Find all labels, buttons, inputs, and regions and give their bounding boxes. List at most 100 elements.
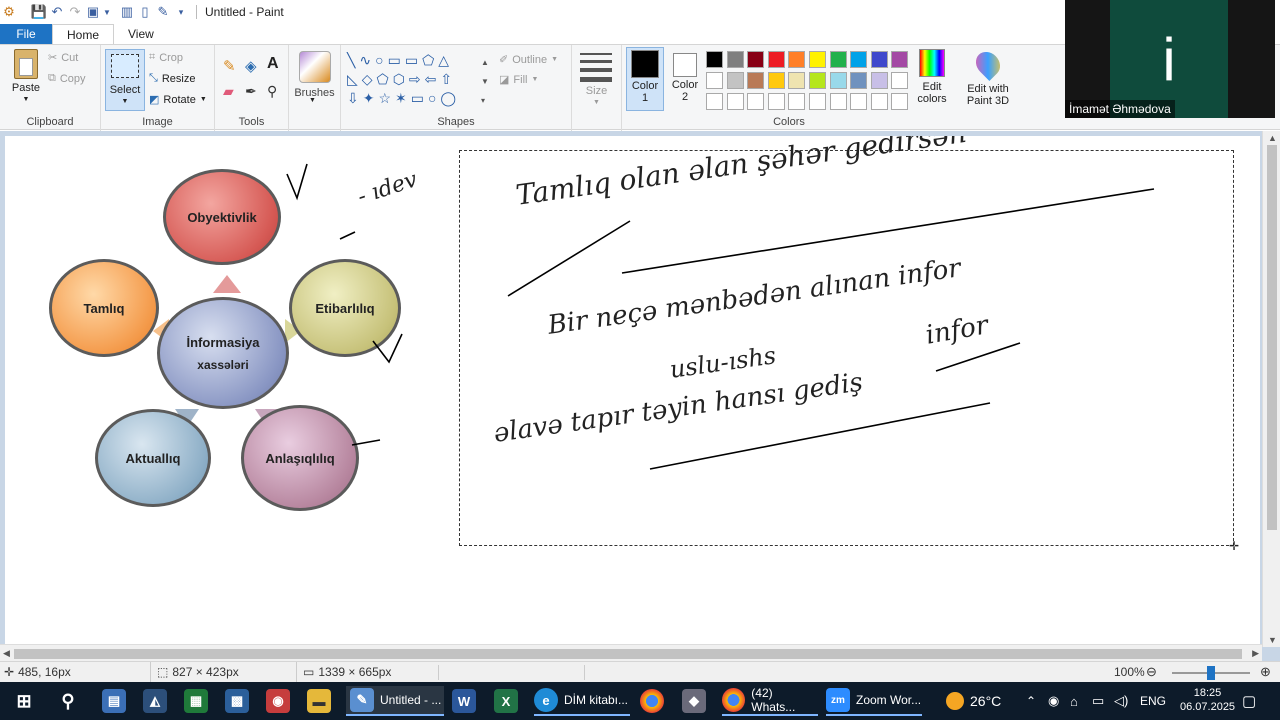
shapes-scroll-icon[interactable]: ▲ ▼ ▾ xyxy=(481,53,489,110)
color-swatch[interactable] xyxy=(809,51,826,68)
color-swatch[interactable] xyxy=(747,72,765,89)
eraser-icon[interactable]: ▰ xyxy=(223,83,234,100)
taskbar-app-chrome[interactable] xyxy=(640,686,664,716)
notifications-icon[interactable]: ▢ xyxy=(1242,686,1256,716)
tab-home[interactable]: Home xyxy=(52,24,115,44)
color-swatch[interactable] xyxy=(850,51,868,68)
camera-tray-icon[interactable]: ◉ xyxy=(1048,686,1059,716)
color-swatch[interactable] xyxy=(809,72,826,89)
scroll-down-icon[interactable]: ▼ xyxy=(1268,635,1277,645)
volume-icon[interactable]: ◁) xyxy=(1114,686,1128,716)
color2-button[interactable]: Color 2 xyxy=(666,47,704,111)
taskbar-app-calculator[interactable]: ▩ xyxy=(225,686,249,716)
color-swatch[interactable] xyxy=(706,51,723,68)
color-swatch[interactable] xyxy=(891,72,909,89)
magnifier-icon[interactable]: ⚲ xyxy=(267,83,277,100)
color-swatch[interactable] xyxy=(870,72,888,89)
taskbar-app-media[interactable]: ◉ xyxy=(266,686,290,716)
taskbar-app-excel[interactable]: X xyxy=(494,686,518,716)
color-swatch[interactable] xyxy=(829,93,847,110)
taskbar-app-paint[interactable]: ✎ Untitled - ... xyxy=(346,686,444,716)
color-swatch[interactable] xyxy=(767,93,785,110)
tab-view[interactable]: View xyxy=(114,24,168,44)
color-swatch[interactable] xyxy=(870,93,888,110)
color-swatch[interactable] xyxy=(706,93,723,110)
show-hidden-icons-icon[interactable]: ⌃ xyxy=(1026,686,1036,716)
color-swatch[interactable] xyxy=(726,72,744,89)
color-swatch[interactable] xyxy=(829,72,847,89)
zoom-slider[interactable] xyxy=(1172,666,1250,680)
customize-quick-access-icon[interactable]: ▾ xyxy=(172,3,190,21)
scroll-left-icon[interactable]: ◀ xyxy=(3,648,10,659)
save-icon[interactable]: 💾 xyxy=(30,3,48,21)
color-swatch[interactable] xyxy=(891,93,909,110)
color-swatch[interactable] xyxy=(726,93,744,110)
size-group[interactable]: Size ▼ xyxy=(572,45,622,131)
taskbar-app-image[interactable]: ◭ xyxy=(143,686,167,716)
color-picker-icon[interactable]: ✒ xyxy=(245,83,257,100)
color-swatch[interactable] xyxy=(788,51,806,68)
network-icon[interactable]: ▭ xyxy=(1092,686,1104,716)
crop-button[interactable]: ⌗ Crop xyxy=(149,51,183,64)
tab-file[interactable]: File xyxy=(0,24,52,44)
dropdown-chevron-icon[interactable]: ▼ xyxy=(102,3,112,21)
color-swatch[interactable] xyxy=(706,72,723,89)
edit-with-paint3d-button[interactable]: Edit with Paint 3D xyxy=(960,47,1016,107)
weather-widget[interactable]: 26°C xyxy=(946,686,1001,716)
zoom-slider-thumb[interactable] xyxy=(1207,666,1215,680)
clock[interactable]: 18:25 06.07.2025 xyxy=(1180,686,1235,716)
resize-handle-icon[interactable]: ✛ xyxy=(1229,539,1239,553)
color-swatch[interactable] xyxy=(788,72,806,89)
color-swatch[interactable] xyxy=(809,93,826,110)
rotate-button[interactable]: ◩ Rotate ▼ xyxy=(149,93,207,107)
redo-icon[interactable]: ↷ xyxy=(66,3,84,21)
new-page-icon[interactable]: ▯ xyxy=(136,3,154,21)
scroll-right-icon[interactable]: ▶ xyxy=(1252,648,1259,659)
color1-button[interactable]: Color 1 xyxy=(626,47,664,111)
drawing-canvas[interactable]: Obyektivlik Tamlıq Etibarlılıq İnformasi… xyxy=(5,136,1260,644)
text-icon[interactable]: A xyxy=(267,55,279,73)
color-swatch[interactable] xyxy=(850,93,868,110)
cut-button[interactable]: ✂ Cut xyxy=(48,51,78,65)
fill-bucket-icon[interactable]: ◈ xyxy=(245,57,257,75)
color-swatch[interactable] xyxy=(767,72,785,89)
tray-app-icon[interactable]: ⌂ xyxy=(1070,686,1078,716)
taskbar-app-explorer[interactable]: ▬ xyxy=(307,686,331,716)
fill-icon[interactable]: ▥ xyxy=(118,3,136,21)
color-swatch[interactable] xyxy=(891,51,909,68)
vertical-scrollbar[interactable]: ▲ ▼ xyxy=(1262,131,1280,647)
start-button[interactable]: ⊞ xyxy=(12,686,36,716)
taskbar-app-edge[interactable]: e DİM kitabı... xyxy=(534,686,630,716)
taskbar-app-word[interactable]: W xyxy=(452,686,476,716)
brushes-group[interactable]: Brushes ▼ xyxy=(289,45,341,131)
undo-icon[interactable]: ↶ xyxy=(48,3,66,21)
horizontal-scroll-thumb[interactable] xyxy=(14,649,1242,659)
taskbar-app-notes[interactable]: ▤ xyxy=(102,686,126,716)
edit-colors-button[interactable]: Edit colors xyxy=(912,49,952,105)
language-indicator[interactable]: ENG xyxy=(1140,686,1166,716)
color-swatch[interactable] xyxy=(726,51,744,68)
color-swatch[interactable] xyxy=(767,51,785,68)
search-button[interactable]: ⚲ xyxy=(56,686,80,716)
color-swatch[interactable] xyxy=(829,51,847,68)
zoom-out-icon[interactable]: ⊖ xyxy=(1146,664,1157,680)
copy-button[interactable]: ⧉ Copy xyxy=(48,72,86,85)
color-swatch[interactable] xyxy=(870,51,888,68)
taskbar-app-sheet[interactable]: ▦ xyxy=(184,686,208,716)
color-swatch[interactable] xyxy=(747,93,765,110)
paste-button[interactable]: Paste ▼ xyxy=(8,49,44,106)
shapes-gallery[interactable]: ╲∿○▭▭⬠△ ◺◇⬠⬡⇨⇦⇧ ⇩✦☆✶▭○◯ xyxy=(347,51,495,109)
resize-button[interactable]: ⤡ Resize xyxy=(149,72,195,85)
vertical-scroll-thumb[interactable] xyxy=(1267,145,1277,530)
selection-box[interactable]: Tamlıq olan əlan şəhər gedirsən Bir neçə… xyxy=(459,136,1239,553)
zoom-in-icon[interactable]: ⊕ xyxy=(1260,664,1271,680)
horizontal-scrollbar[interactable]: ◀ ▶ xyxy=(0,644,1262,662)
color-swatch[interactable] xyxy=(850,72,868,89)
pencil-icon[interactable]: ✎ xyxy=(223,57,236,75)
taskbar-app-game[interactable]: ◆ xyxy=(682,686,706,716)
taskbar-app-chrome-whatsapp[interactable]: (42) Whats... xyxy=(722,686,818,716)
color-swatch[interactable] xyxy=(788,93,806,110)
outline-button[interactable]: ✐ Outline ▼ xyxy=(499,53,558,67)
select-button[interactable]: Select ▼ xyxy=(105,49,145,111)
image-properties-icon[interactable]: ▣ xyxy=(84,3,102,21)
